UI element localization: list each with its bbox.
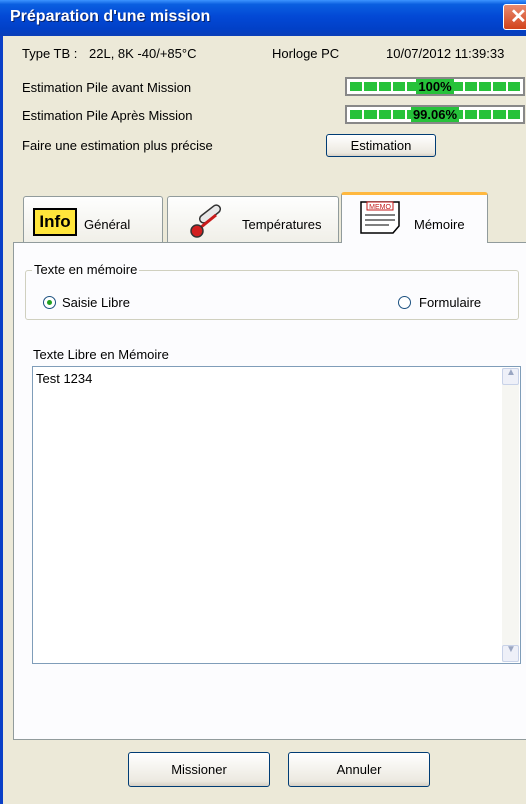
- close-icon: ✕: [510, 6, 526, 28]
- chevron-down-icon: ▼: [506, 644, 516, 655]
- battery-before-gauge: 100%: [345, 77, 525, 96]
- info-icon: Info: [33, 208, 77, 236]
- type-value: 22L, 8K -40/+85°C: [89, 46, 197, 61]
- radio-formulaire-label[interactable]: Formulaire: [419, 295, 481, 310]
- missioner-button[interactable]: Missioner: [128, 752, 270, 787]
- tab-general-label: Général: [84, 217, 131, 232]
- mission-dialog: Préparation d'une mission ✕ Type TB : 22…: [0, 0, 526, 804]
- type-label: Type TB :: [22, 46, 78, 61]
- radio-selected-dot: [47, 300, 52, 305]
- battery-before-percent: 100%: [416, 79, 454, 94]
- annuler-button[interactable]: Annuler: [288, 752, 430, 787]
- scroll-down-button[interactable]: ▼: [502, 644, 519, 662]
- scroll-up-button[interactable]: ▲: [502, 367, 519, 385]
- tab-memoire[interactable]: MEMO Mémoire: [341, 192, 488, 243]
- battery-before-label: Estimation Pile avant Mission: [22, 80, 192, 95]
- thermometer-icon: [190, 204, 222, 238]
- estimation-label: Faire une estimation plus précise: [22, 138, 213, 153]
- window-title: Préparation d'une mission: [10, 8, 211, 25]
- memo-icon: MEMO: [360, 201, 400, 234]
- estimation-button[interactable]: Estimation: [326, 134, 436, 157]
- free-text-value[interactable]: Test 1234: [36, 371, 92, 386]
- radio-formulaire[interactable]: [398, 296, 411, 309]
- battery-after-gauge: 99.06%: [345, 105, 525, 124]
- chevron-up-icon: ▲: [506, 367, 516, 378]
- tab-general[interactable]: Info Général: [23, 196, 163, 242]
- free-text-label: Texte Libre en Mémoire: [33, 347, 169, 362]
- clock-label: Horloge PC: [272, 46, 340, 61]
- memory-group-title: Texte en mémoire: [32, 262, 140, 277]
- radio-saisie-libre[interactable]: [43, 296, 56, 309]
- title-bar[interactable]: Préparation d'une mission ✕: [0, 0, 526, 36]
- free-text-area[interactable]: Test 1234 ▲ ▼: [32, 366, 521, 664]
- clock-value: 10/07/2012 11:39:33: [386, 46, 505, 61]
- radio-saisie-libre-label[interactable]: Saisie Libre: [62, 295, 130, 310]
- battery-after-label: Estimation Pile Après Mission: [22, 108, 193, 123]
- tab-memoire-label: Mémoire: [414, 217, 465, 232]
- battery-after-percent: 99.06%: [410, 107, 460, 122]
- close-button[interactable]: ✕: [503, 4, 526, 30]
- memo-icon-text: MEMO: [369, 204, 391, 211]
- tab-temperatures-label: Températures: [242, 217, 322, 232]
- vertical-scrollbar[interactable]: ▲ ▼: [502, 367, 519, 662]
- tab-temperatures[interactable]: Températures: [167, 196, 339, 242]
